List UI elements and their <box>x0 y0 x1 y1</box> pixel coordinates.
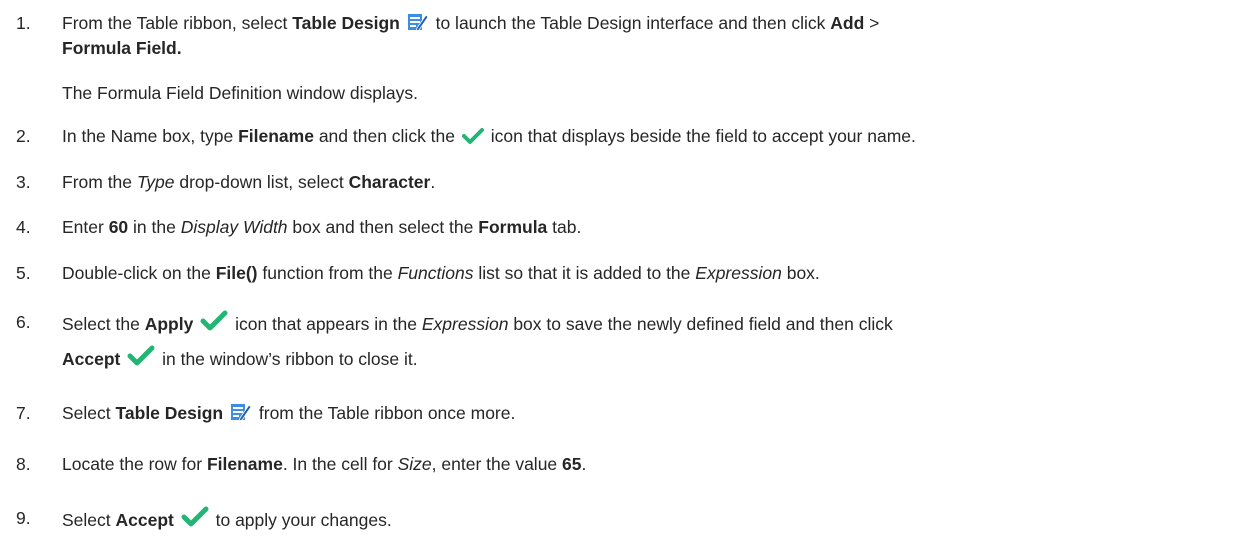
bold-run: Character <box>348 172 431 192</box>
bold-run: Accept <box>115 510 174 530</box>
text-run: Select the <box>62 314 145 334</box>
text-run: From the <box>62 172 137 192</box>
text-run: tab. <box>547 217 582 237</box>
step-text: In the Name box, type Filename and then … <box>62 123 1232 152</box>
bold-run: 65 <box>562 454 582 474</box>
step-text: Select Table Design from the Table ribbo… <box>62 400 1232 429</box>
bold-run: Formula <box>478 217 548 237</box>
step-text: Double-click on the File() function from… <box>62 260 1232 286</box>
step-text: Accept in the window’s ribbon to close i… <box>62 344 1232 375</box>
text-run: to apply your changes. <box>215 510 392 530</box>
italic-run: Expression <box>421 314 509 334</box>
text-run: in the window’s ribbon to close it. <box>162 349 418 369</box>
text-run: box. <box>781 263 820 283</box>
checkmark-icon <box>181 505 209 536</box>
text-run: . <box>430 172 436 192</box>
bold-run: Accept <box>62 349 121 369</box>
text-run: to launch the Table Design interface and… <box>435 13 831 33</box>
step-number: 7. <box>16 403 31 423</box>
step-number: 5. <box>16 263 31 283</box>
bold-run: 60 <box>108 217 129 237</box>
italic-run: Type <box>136 172 175 192</box>
table-design-icon <box>230 402 252 429</box>
text-run: From the Table ribbon, select <box>62 13 293 33</box>
text-run: In the Name box, type <box>62 126 239 146</box>
text-run: from the Table ribbon once more. <box>258 403 516 423</box>
italic-run: Functions <box>397 263 474 283</box>
instructions-document: 1. From the Table ribbon, select Table D… <box>0 0 1248 546</box>
step-text: Select Accept to apply your changes. <box>62 505 1232 536</box>
text-run: box to save the newly defined field and … <box>508 314 893 334</box>
text-run: icon that displays beside the field to a… <box>490 126 916 146</box>
bold-run: Filename <box>238 126 314 146</box>
step-number: 9. <box>16 508 31 528</box>
step-text: Enter 60 in the Display Width box and th… <box>62 214 1232 240</box>
bold-run: File() <box>215 263 258 283</box>
text-run: Select <box>62 510 116 530</box>
text-run: Enter <box>62 217 109 237</box>
text-run: . In the cell for <box>282 454 398 474</box>
text-run: and then click the <box>313 126 460 146</box>
italic-run: Display Width <box>180 217 288 237</box>
bold-run: Table Design <box>115 403 224 423</box>
step-number: 8. <box>16 454 31 474</box>
bold-run: Add <box>830 13 865 33</box>
text-run: list so that it is added to the <box>473 263 696 283</box>
bold-run: Table Design <box>292 13 400 33</box>
text-run: icon that appears in the <box>235 314 422 334</box>
italic-run: Expression <box>695 263 782 283</box>
step-text: Locate the row for Filename. In the cell… <box>62 451 1232 477</box>
note-text: The Formula Field Definition window disp… <box>62 83 418 103</box>
text-run: function from the <box>257 263 398 283</box>
step-text: From the Type drop-down list, select Cha… <box>62 169 1232 195</box>
checkmark-icon <box>461 126 484 152</box>
bold-run: Filename <box>206 454 283 474</box>
step-number: 4. <box>16 217 31 237</box>
checkmark-icon <box>200 309 228 340</box>
step-number: 3. <box>16 172 31 192</box>
step-text: Formula Field. <box>62 35 1232 61</box>
text-run: . <box>581 454 587 474</box>
text-run: in the <box>128 217 181 237</box>
step-number: 2. <box>16 126 31 146</box>
text-run: Select <box>62 403 116 423</box>
text-run: Locate the row for <box>62 454 207 474</box>
italic-run: Size <box>397 454 432 474</box>
text-run: drop-down list, select <box>174 172 349 192</box>
text-run: > <box>864 13 880 33</box>
checkmark-icon <box>127 344 155 375</box>
step-number: 6. <box>16 312 31 332</box>
step-text: Select the Apply icon that appears in th… <box>62 309 1232 340</box>
bold-run: Apply <box>144 314 194 334</box>
step-number: 1. <box>16 13 31 33</box>
text-run: box and then select the <box>287 217 479 237</box>
text-run: , enter the value <box>431 454 563 474</box>
bold-run: Formula Field. <box>62 38 182 58</box>
text-run: Double-click on the <box>62 263 216 283</box>
